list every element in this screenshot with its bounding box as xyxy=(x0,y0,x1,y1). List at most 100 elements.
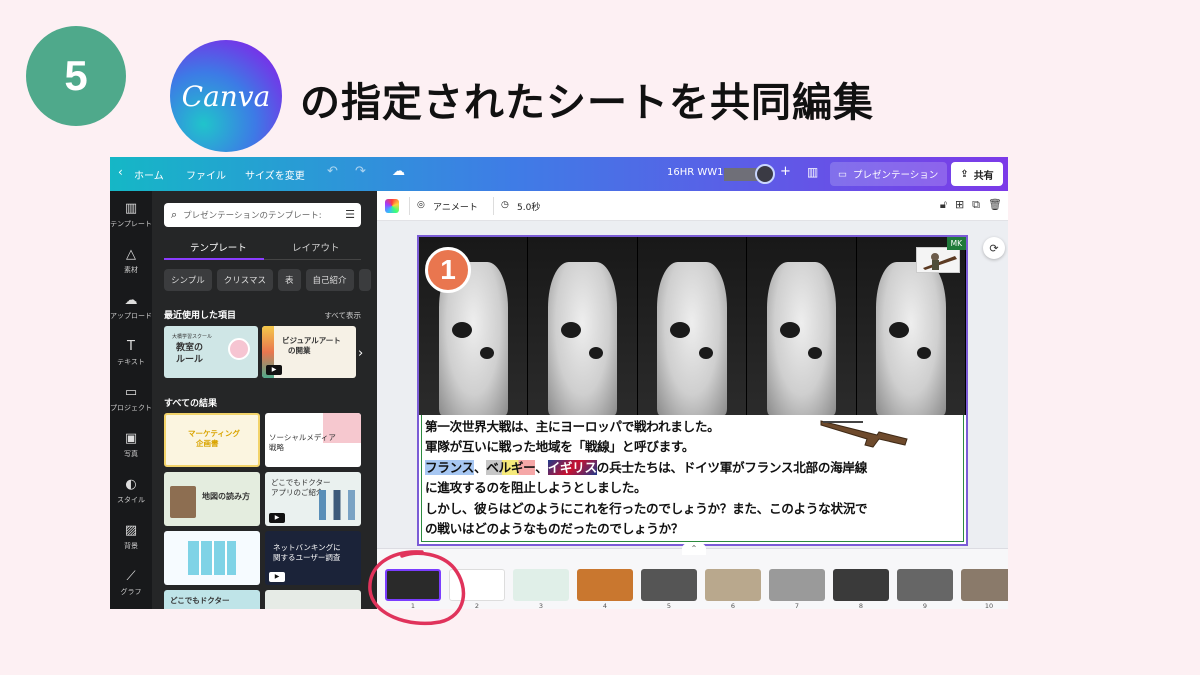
tab-templates[interactable]: テンプレート xyxy=(190,240,247,254)
chip-self-intro[interactable]: 自己紹介 xyxy=(305,269,354,291)
recent-section-title: 最近使用した項目 xyxy=(164,311,237,321)
template-thumb[interactable] xyxy=(164,531,260,585)
share-button[interactable]: ⇪ 共有 xyxy=(951,162,1003,186)
avatar[interactable] xyxy=(755,164,775,184)
duplicate-icon[interactable]: ⧉ xyxy=(972,198,980,212)
slide-body-text[interactable]: 第一次世界大戦は、主にヨーロッパで戦われました。 軍隊が互いに戦った地域を「戦線… xyxy=(425,417,965,539)
page-number: 4 xyxy=(602,602,608,609)
rail-item-background[interactable]: ▨ 背景 xyxy=(110,517,152,563)
recent-template-thumb[interactable]: ビジュアルアート の開業 ▶ xyxy=(262,326,356,378)
chip-table[interactable]: 表 xyxy=(278,269,301,291)
tab-layouts[interactable]: レイアウト xyxy=(292,240,340,254)
chip-simple[interactable]: シンプル xyxy=(164,269,212,291)
upload-icon: ☁ xyxy=(124,293,138,308)
template-thumb[interactable]: どこでもドクター xyxy=(164,590,260,609)
thumb-title: ソーシャルメディア xyxy=(269,433,336,442)
text-fragment: 、 xyxy=(535,459,548,475)
canva-logo: Canva xyxy=(170,40,282,152)
add-page-icon[interactable]: ⊞ xyxy=(955,198,964,212)
rail-item-elements[interactable]: △ 素材 xyxy=(110,241,152,287)
tab-active-indicator xyxy=(164,258,264,260)
rail-label: 写真 xyxy=(124,450,138,458)
rail-label: 素材 xyxy=(124,266,138,274)
refresh-icon[interactable]: ⟳ xyxy=(983,237,1005,259)
jacket-photo-strip[interactable] xyxy=(419,237,966,415)
template-thumb[interactable]: 地図の読み方 xyxy=(164,472,260,526)
animate-button[interactable]: アニメート xyxy=(433,200,478,213)
chevron-up-icon[interactable]: ⌃ xyxy=(682,543,706,555)
chevron-left-icon[interactable]: ‹ xyxy=(118,165,123,179)
left-rail: ▥ テンプレート △ 素材 ☁ アップロード T テキスト ▭ プロジェクト ▣ 写真 ◐ ス… xyxy=(110,191,152,609)
template-thumb[interactable]: マーケティング 企画書 xyxy=(164,413,260,467)
search-input[interactable]: ⌕ プレゼンテーションのテンプレート: ☰ xyxy=(164,203,361,227)
page-thumbnail[interactable] xyxy=(833,569,889,601)
page-thumbnail[interactable] xyxy=(897,569,953,601)
present-button[interactable]: ▭ プレゼンテーション xyxy=(830,162,947,186)
page-number: 7 xyxy=(794,602,800,609)
insights-icon[interactable]: ▥ xyxy=(807,165,818,179)
animate-icon[interactable]: ◎ xyxy=(417,200,425,210)
play-icon: ▶ xyxy=(269,513,285,523)
rail-item-projects[interactable]: ▭ プロジェクト xyxy=(110,379,152,425)
page-thumbnail[interactable] xyxy=(705,569,761,601)
toolbar-divider xyxy=(493,197,494,215)
page-title: の指定されたシートを共同編集 xyxy=(300,80,874,126)
toolbar-actions: 🔓︎ ⊞ ⧉ 🗑︎ xyxy=(940,198,1002,212)
thumb-title: どこでもドクター xyxy=(170,596,230,605)
chip-christmas[interactable]: クリスマス xyxy=(216,269,273,291)
slide-canvas[interactable]: 1 MK 第一次世界大戦は、主にヨーロッパで戦われました。 軍隊が互いに戦った地… xyxy=(417,235,968,546)
clock-icon[interactable]: ◷ xyxy=(501,200,509,210)
canvas-area: 1 MK 第一次世界大戦は、主にヨーロッパで戦われました。 軍隊が互いに戦った地… xyxy=(377,221,1008,548)
add-collaborator-button[interactable]: + xyxy=(780,164,791,179)
rail-item-templates[interactable]: ▥ テンプレート xyxy=(110,195,152,241)
text-fragment: の兵士たちは、ドイツ軍がフランス北部の海岸線 xyxy=(596,459,868,475)
page-number: 9 xyxy=(922,602,928,609)
page-number: 3 xyxy=(538,602,544,609)
rail-item-uploads[interactable]: ☁ アップロード xyxy=(110,287,152,333)
template-thumb[interactable] xyxy=(265,590,361,609)
play-icon: ▶ xyxy=(266,365,282,375)
rail-label: プロジェクト xyxy=(110,404,152,412)
file-menu[interactable]: ファイル xyxy=(186,167,226,182)
rail-item-charts[interactable]: ⟋ グラフ xyxy=(110,563,152,609)
search-placeholder: プレゼンテーションのテンプレート: xyxy=(183,211,322,221)
recent-template-thumb[interactable]: 大橋学習スクール 教室の ルール xyxy=(164,326,258,378)
chip-more[interactable] xyxy=(358,269,371,291)
lock-icon[interactable]: 🔓︎ xyxy=(940,198,947,212)
redo-icon[interactable]: ↷ xyxy=(355,164,366,179)
page-thumbnail[interactable] xyxy=(641,569,697,601)
share-icon: ⇪ xyxy=(960,168,969,180)
soldier-photo[interactable] xyxy=(916,247,960,273)
design-title[interactable]: 16HR WW1 xyxy=(667,167,724,178)
undo-icon[interactable]: ↶ xyxy=(327,164,338,179)
page-thumbnail[interactable] xyxy=(513,569,569,601)
jacket-photo xyxy=(747,237,857,415)
resize-button[interactable]: サイズを変更 xyxy=(245,167,305,182)
see-all-link[interactable]: すべて表示 xyxy=(324,310,361,321)
rail-label: テキスト xyxy=(117,358,145,366)
page-thumbnail[interactable] xyxy=(577,569,633,601)
rail-item-text[interactable]: T テキスト xyxy=(110,333,152,379)
page-thumbnail[interactable] xyxy=(961,569,1008,601)
filter-chips: シンプル クリスマス 表 自己紹介 xyxy=(164,269,371,291)
text-line: 第一次世界大戦は、主にヨーロッパで戦われました。 xyxy=(425,419,720,434)
text-fragment: 、 xyxy=(473,459,487,475)
template-thumb[interactable]: ネットバンキングに 関するユーザー調査 ▶ xyxy=(265,531,361,585)
filter-icon[interactable]: ☰ xyxy=(345,208,355,221)
color-picker-icon[interactable] xyxy=(385,199,399,213)
cloud-saved-icon[interactable]: ☁ xyxy=(392,164,405,179)
rail-item-styles[interactable]: ◐ スタイル xyxy=(110,471,152,517)
rail-item-photos[interactable]: ▣ 写真 xyxy=(110,425,152,471)
step-number-badge: 5 xyxy=(26,26,126,126)
folder-icon: ▭ xyxy=(124,385,138,400)
thumb-title: 教室の xyxy=(176,343,204,353)
home-button[interactable]: ホーム xyxy=(134,167,164,182)
chevron-right-icon[interactable]: › xyxy=(358,346,363,361)
duration-button[interactable]: 5.0秒 xyxy=(517,200,540,213)
page-thumbnail[interactable] xyxy=(769,569,825,601)
template-thumb[interactable]: ソーシャルメディア 戦略 xyxy=(265,413,361,467)
template-thumb[interactable]: どこでもドクター アプリのご紹介 ▶ xyxy=(265,472,361,526)
thumb-people xyxy=(319,490,355,520)
highlight-belgium: ベルギー xyxy=(486,459,536,475)
trash-icon[interactable]: 🗑︎ xyxy=(988,198,1002,212)
